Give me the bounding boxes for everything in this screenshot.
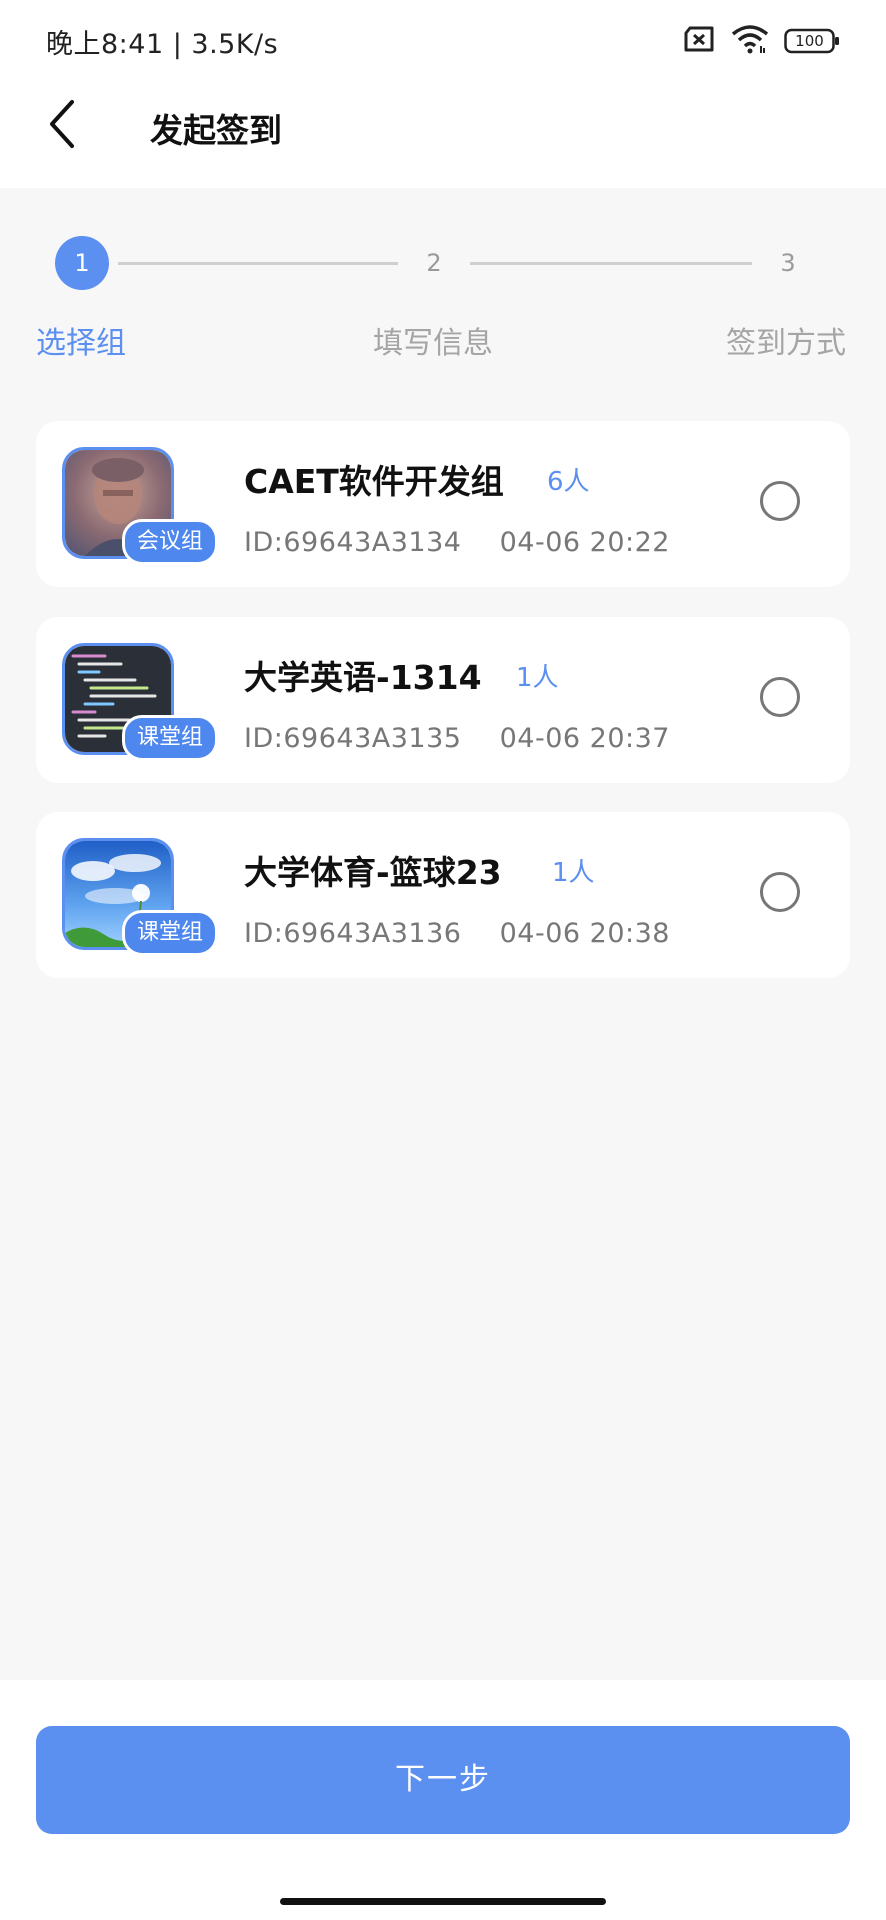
wifi-icon bbox=[730, 24, 770, 58]
group-type-badge: 课堂组 bbox=[122, 715, 219, 761]
group-id: ID:69643A3134 bbox=[244, 527, 462, 558]
sim-off-icon bbox=[682, 26, 716, 56]
chevron-left-icon bbox=[50, 100, 74, 148]
group-card[interactable]: 会议组 CAET软件开发组 6人 ID:69643A3134 04-06 20:… bbox=[36, 421, 850, 587]
step-1-label: 选择组 bbox=[36, 326, 126, 361]
page-title: 发起签到 bbox=[150, 111, 282, 150]
group-id: ID:69643A3135 bbox=[244, 723, 462, 754]
group-meta: ID:69643A3135 04-06 20:37 bbox=[244, 723, 670, 754]
top-bar: 晚上8:41 | 3.5K/s 100 发起签到 bbox=[0, 0, 886, 188]
next-step-button[interactable]: 下一步 bbox=[36, 1726, 850, 1834]
step-3-indicator: 3 bbox=[780, 249, 796, 277]
back-button[interactable] bbox=[42, 96, 82, 152]
step-2-label: 填写信息 bbox=[373, 326, 493, 361]
select-radio[interactable] bbox=[760, 481, 800, 521]
select-radio[interactable] bbox=[760, 677, 800, 717]
battery-level: 100 bbox=[795, 32, 824, 50]
step-3-label: 签到方式 bbox=[726, 326, 846, 361]
member-count: 1人 bbox=[552, 858, 595, 888]
group-meta: ID:69643A3134 04-06 20:22 bbox=[244, 527, 670, 558]
step-1-indicator: 1 bbox=[55, 236, 109, 290]
member-count: 6人 bbox=[547, 467, 590, 497]
group-date: 04-06 20:38 bbox=[499, 918, 670, 949]
member-count: 1人 bbox=[516, 663, 559, 693]
step-2-indicator: 2 bbox=[426, 249, 442, 277]
home-indicator[interactable] bbox=[280, 1898, 606, 1905]
group-name: 大学体育-篮球23 bbox=[244, 853, 502, 892]
group-type-badge: 课堂组 bbox=[122, 910, 219, 956]
select-radio[interactable] bbox=[760, 872, 800, 912]
group-name: CAET软件开发组 bbox=[244, 462, 504, 501]
group-id: ID:69643A3136 bbox=[244, 918, 462, 949]
status-time: 晚上8:41 | 3.5K/s bbox=[46, 29, 279, 60]
battery-icon: 100 bbox=[784, 28, 840, 54]
group-card[interactable]: 课堂组 大学体育-篮球23 1人 ID:69643A3136 04-06 20:… bbox=[36, 812, 850, 978]
group-card[interactable]: 课堂组 大学英语-1314 1人 ID:69643A3135 04-06 20:… bbox=[36, 617, 850, 783]
group-name: 大学英语-1314 bbox=[244, 658, 482, 697]
group-type-badge: 会议组 bbox=[122, 519, 219, 565]
group-date: 04-06 20:22 bbox=[499, 527, 670, 558]
group-meta: ID:69643A3136 04-06 20:38 bbox=[244, 918, 670, 949]
group-date: 04-06 20:37 bbox=[499, 723, 670, 754]
step-connector-1 bbox=[118, 262, 398, 265]
step-connector-2 bbox=[470, 262, 752, 265]
status-icons: 100 bbox=[682, 24, 840, 58]
